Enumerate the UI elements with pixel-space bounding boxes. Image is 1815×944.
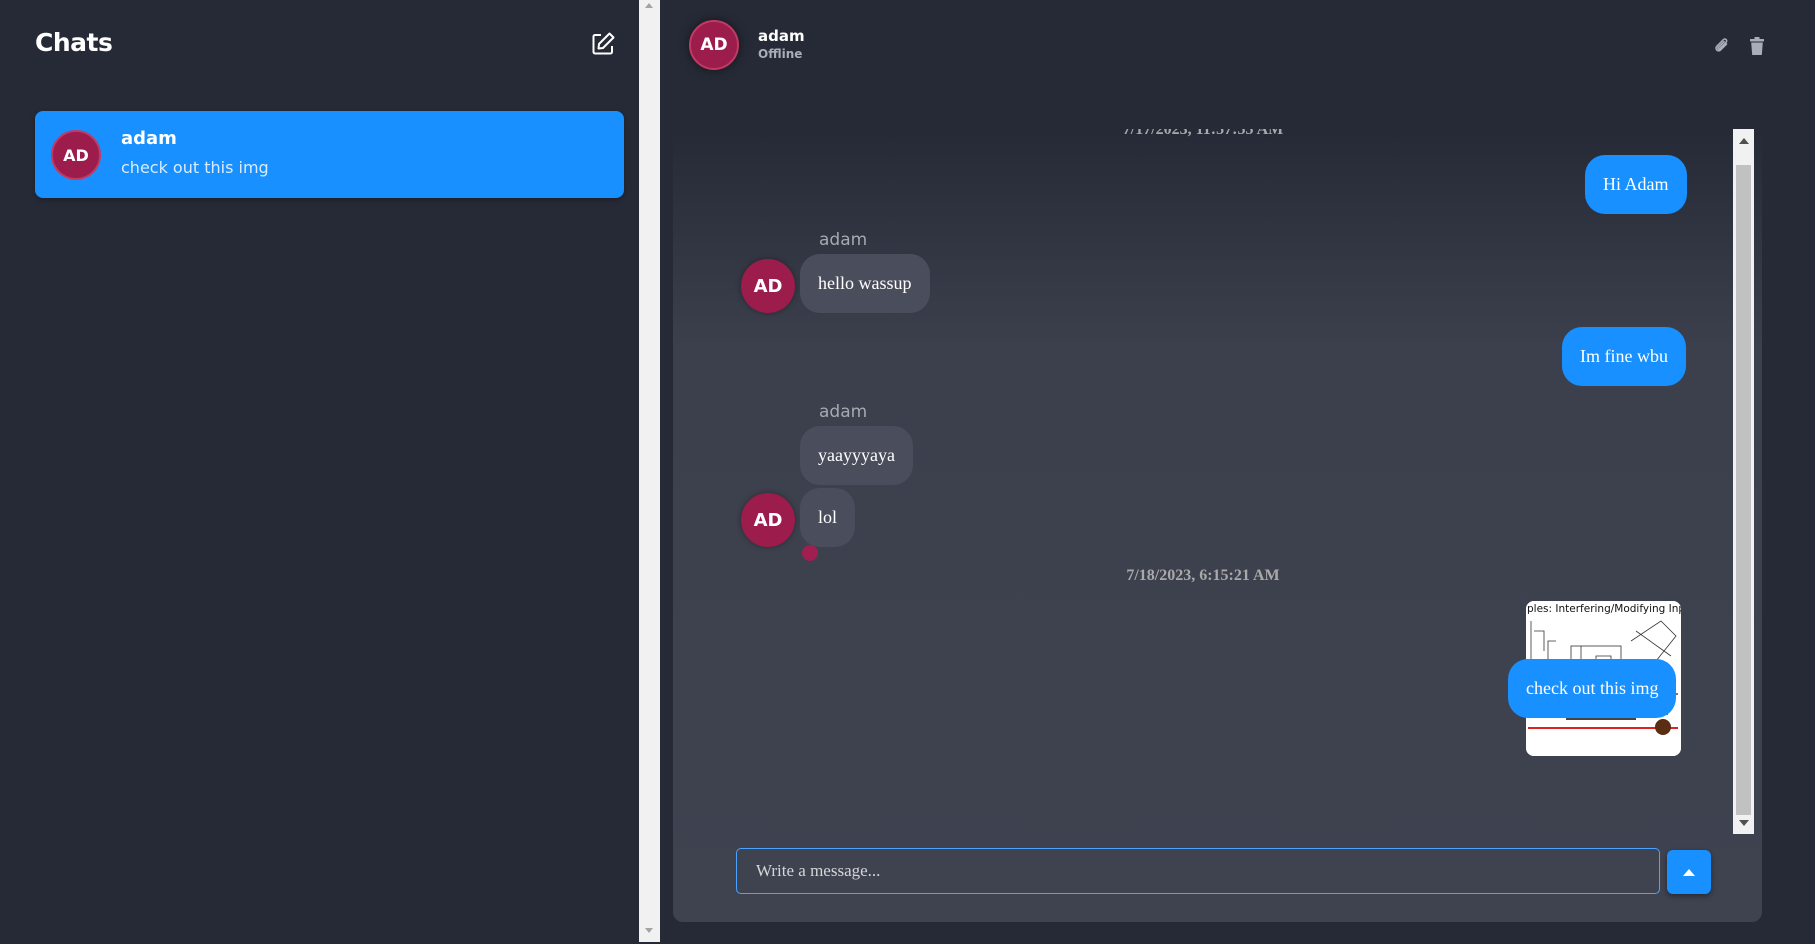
outgoing-message: Im fine wbu [1562, 327, 1686, 386]
avatar: AD [51, 130, 101, 180]
scroll-down-arrow-icon[interactable] [645, 928, 653, 933]
sidebar-scrollbar[interactable] [639, 0, 660, 942]
incoming-message: yaayyyaya [800, 426, 913, 485]
message-avatar: AD [741, 259, 795, 313]
chat-sidebar: Chats AD adam check out this img [0, 0, 639, 942]
incoming-message: hello wassup [800, 254, 930, 313]
read-receipt-dot [1655, 719, 1671, 735]
outgoing-message: check out this img [1508, 659, 1677, 718]
read-receipt-dot [802, 545, 818, 561]
chat-item-name: adam [121, 128, 177, 149]
scrollbar-thumb[interactable] [1736, 165, 1751, 815]
message-input[interactable] [736, 848, 1660, 894]
send-button[interactable] [1667, 850, 1711, 894]
edit-icon[interactable] [590, 31, 616, 57]
paperclip-icon[interactable] [1712, 36, 1732, 56]
sidebar-title: Chats [35, 28, 113, 57]
image-caption-text: ples: Interfering/Modifying Inp [1527, 603, 1681, 615]
outgoing-message: Hi Adam [1585, 155, 1687, 214]
chat-pane: AD adam Offline 7/17/2023, 11:57:55 AM H… [660, 0, 1815, 942]
scroll-up-arrow-icon[interactable] [645, 3, 653, 8]
chat-list-item[interactable]: AD adam check out this img [35, 111, 624, 198]
date-separator: 7/17/2023, 11:57:55 AM [1122, 129, 1284, 138]
chat-item-preview: check out this img [121, 158, 269, 177]
caret-up-icon [1683, 868, 1695, 876]
sender-name: adam [819, 402, 868, 422]
date-separator: 7/18/2023, 6:15:21 AM [1126, 567, 1280, 584]
message-list[interactable]: 7/17/2023, 11:57:55 AM Hi Adam adam AD h… [673, 129, 1733, 834]
messages-panel: 7/17/2023, 11:57:55 AM Hi Adam adam AD h… [673, 129, 1762, 922]
header-contact-status: Offline [758, 47, 803, 61]
sender-name: adam [819, 230, 868, 250]
scroll-up-arrow-icon[interactable] [1739, 138, 1749, 144]
header-contact-name: adam [758, 27, 805, 45]
message-avatar: AD [741, 493, 795, 547]
trash-icon[interactable] [1747, 36, 1767, 56]
header-avatar[interactable]: AD [689, 20, 739, 70]
messages-scrollbar[interactable] [1733, 129, 1754, 834]
scroll-down-arrow-icon[interactable] [1739, 820, 1749, 826]
incoming-message: lol [800, 488, 856, 547]
